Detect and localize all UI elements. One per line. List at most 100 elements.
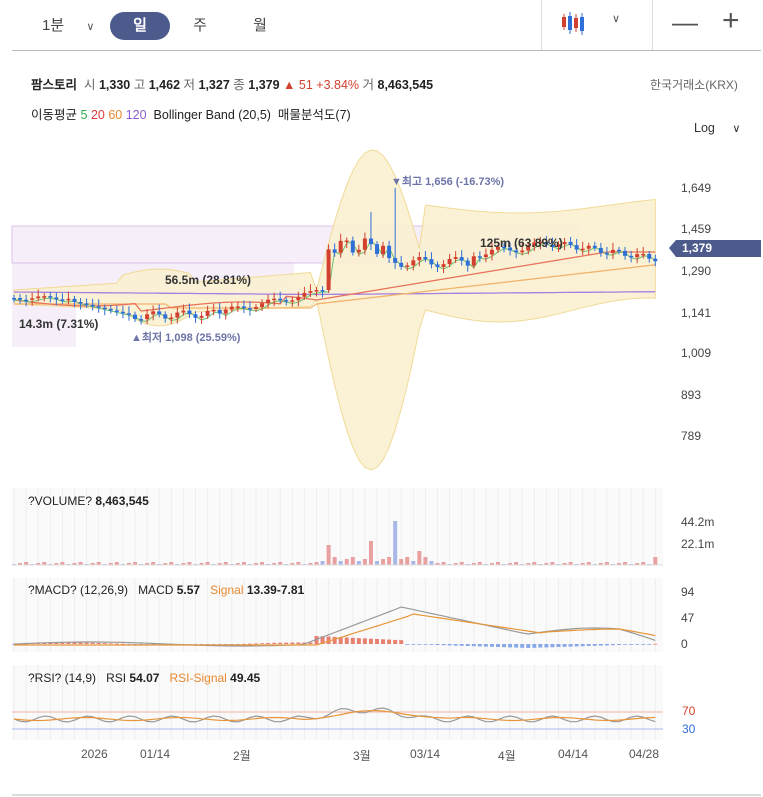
macd-bar — [417, 644, 422, 645]
candle-body — [84, 303, 89, 305]
candle-body — [514, 250, 519, 253]
profile-label-1: 125m (63.89%) — [480, 236, 563, 250]
volume-title: ?VOLUME? — [28, 494, 93, 508]
candle-body — [344, 240, 349, 243]
candle-body — [42, 296, 47, 298]
candle-body — [199, 315, 204, 318]
macd-bar — [580, 644, 585, 647]
macd-bar — [362, 638, 367, 644]
candle-body — [66, 298, 71, 301]
candle-body — [562, 241, 567, 245]
candle-body — [272, 298, 277, 301]
candle-body — [193, 314, 198, 318]
macd-bar — [514, 644, 519, 648]
candle-body — [429, 259, 434, 265]
macd-bar — [411, 644, 416, 645]
candle-body — [108, 309, 113, 311]
x-tick: 3월 — [353, 749, 371, 763]
candle-body — [302, 292, 307, 297]
volume-bar — [375, 561, 379, 565]
high-annotation: ▼최고 1,656 (-16.73%) — [391, 176, 505, 188]
candle-body — [163, 314, 168, 319]
volume-bar — [368, 541, 373, 565]
macd-bar — [556, 644, 561, 647]
candle-body — [48, 296, 53, 298]
candle-body — [586, 245, 591, 249]
candle-body — [290, 300, 295, 302]
macd-bar — [520, 644, 525, 648]
macd-bar — [90, 642, 95, 644]
candle-body — [12, 298, 16, 300]
rsi-signal-label: RSI-Signal — [169, 671, 227, 685]
macd-bar — [381, 639, 386, 644]
candle-body — [30, 298, 35, 300]
macd-bar — [84, 642, 89, 644]
candle-body — [423, 257, 428, 260]
candle-body — [139, 319, 144, 321]
candle-body — [459, 257, 464, 261]
rsi-tick-70: 70 — [682, 704, 696, 718]
candle-body — [120, 311, 125, 314]
profile-label-2: 56.5m (28.81%) — [165, 273, 252, 287]
candle-body — [332, 249, 337, 253]
volume-bar — [350, 557, 355, 565]
rsi-signal-value: 49.45 — [230, 671, 261, 685]
macd-bar — [617, 644, 621, 645]
candle-body — [229, 306, 234, 310]
macd-bar — [550, 644, 555, 648]
macd-bar — [610, 644, 615, 646]
volume-bar — [338, 561, 343, 565]
volume-bar — [405, 557, 410, 565]
rsi-value: 54.07 — [129, 671, 160, 685]
x-tick: 04/14 — [558, 747, 589, 761]
macd-bar — [399, 640, 404, 644]
candle-body — [629, 255, 634, 258]
rsi-panel-title: ?RSI? (14,9) RSI 54.07 RSI-Signal 49.45 — [28, 671, 260, 685]
macd-value: 5.57 — [176, 583, 201, 597]
macd-bar — [247, 643, 252, 645]
candle-body — [175, 312, 180, 318]
macd-bar — [483, 644, 488, 647]
macd-bar — [574, 644, 579, 647]
volume-bar — [320, 561, 325, 565]
macd-bar — [562, 644, 567, 647]
current-price-label: 1,379 — [682, 241, 713, 255]
macd-bar — [447, 644, 452, 646]
x-tick: 2월 — [233, 749, 251, 763]
x-tick: 03/14 — [410, 747, 441, 761]
macd-bar — [453, 644, 458, 646]
macd-bar — [344, 637, 349, 644]
price-tick: 893 — [681, 388, 702, 402]
price-tick: 789 — [681, 429, 702, 443]
x-tick: 2026 — [81, 747, 108, 761]
volume-bar — [381, 559, 386, 565]
macd-panel-title: ?MACD? (12,26,9) MACD 5.57 Signal 13.39-… — [28, 583, 304, 597]
macd-bar — [653, 643, 658, 645]
candle-body — [181, 310, 186, 313]
candle-body — [169, 317, 174, 320]
x-tick: 4월 — [498, 749, 516, 763]
price-tick: 1,141 — [681, 306, 712, 320]
candle-body — [598, 247, 603, 253]
profile-label-3: 14.3m (7.31%) — [19, 317, 99, 331]
candle-body — [114, 310, 119, 312]
macd-bar — [604, 644, 609, 646]
candle-body — [447, 258, 452, 265]
candle-body — [411, 260, 416, 266]
candle-body — [483, 254, 488, 258]
macd-bar — [108, 643, 113, 645]
candle-body — [296, 296, 301, 301]
macd-bar — [629, 644, 634, 645]
candle-body — [623, 250, 628, 256]
candle-body — [90, 304, 95, 307]
macd-bar — [641, 644, 646, 645]
candle-body — [78, 302, 83, 304]
low-annotation: ▲최저 1,098 (25.59%) — [131, 332, 241, 344]
macd-bar — [272, 642, 277, 644]
candle-body — [126, 313, 131, 315]
rsi-title: ?RSI? (14,9) — [28, 671, 97, 685]
macd-bar — [102, 643, 107, 644]
macd-bar — [284, 642, 289, 644]
macd-tick: 47 — [681, 611, 695, 625]
macd-bar — [332, 636, 337, 644]
